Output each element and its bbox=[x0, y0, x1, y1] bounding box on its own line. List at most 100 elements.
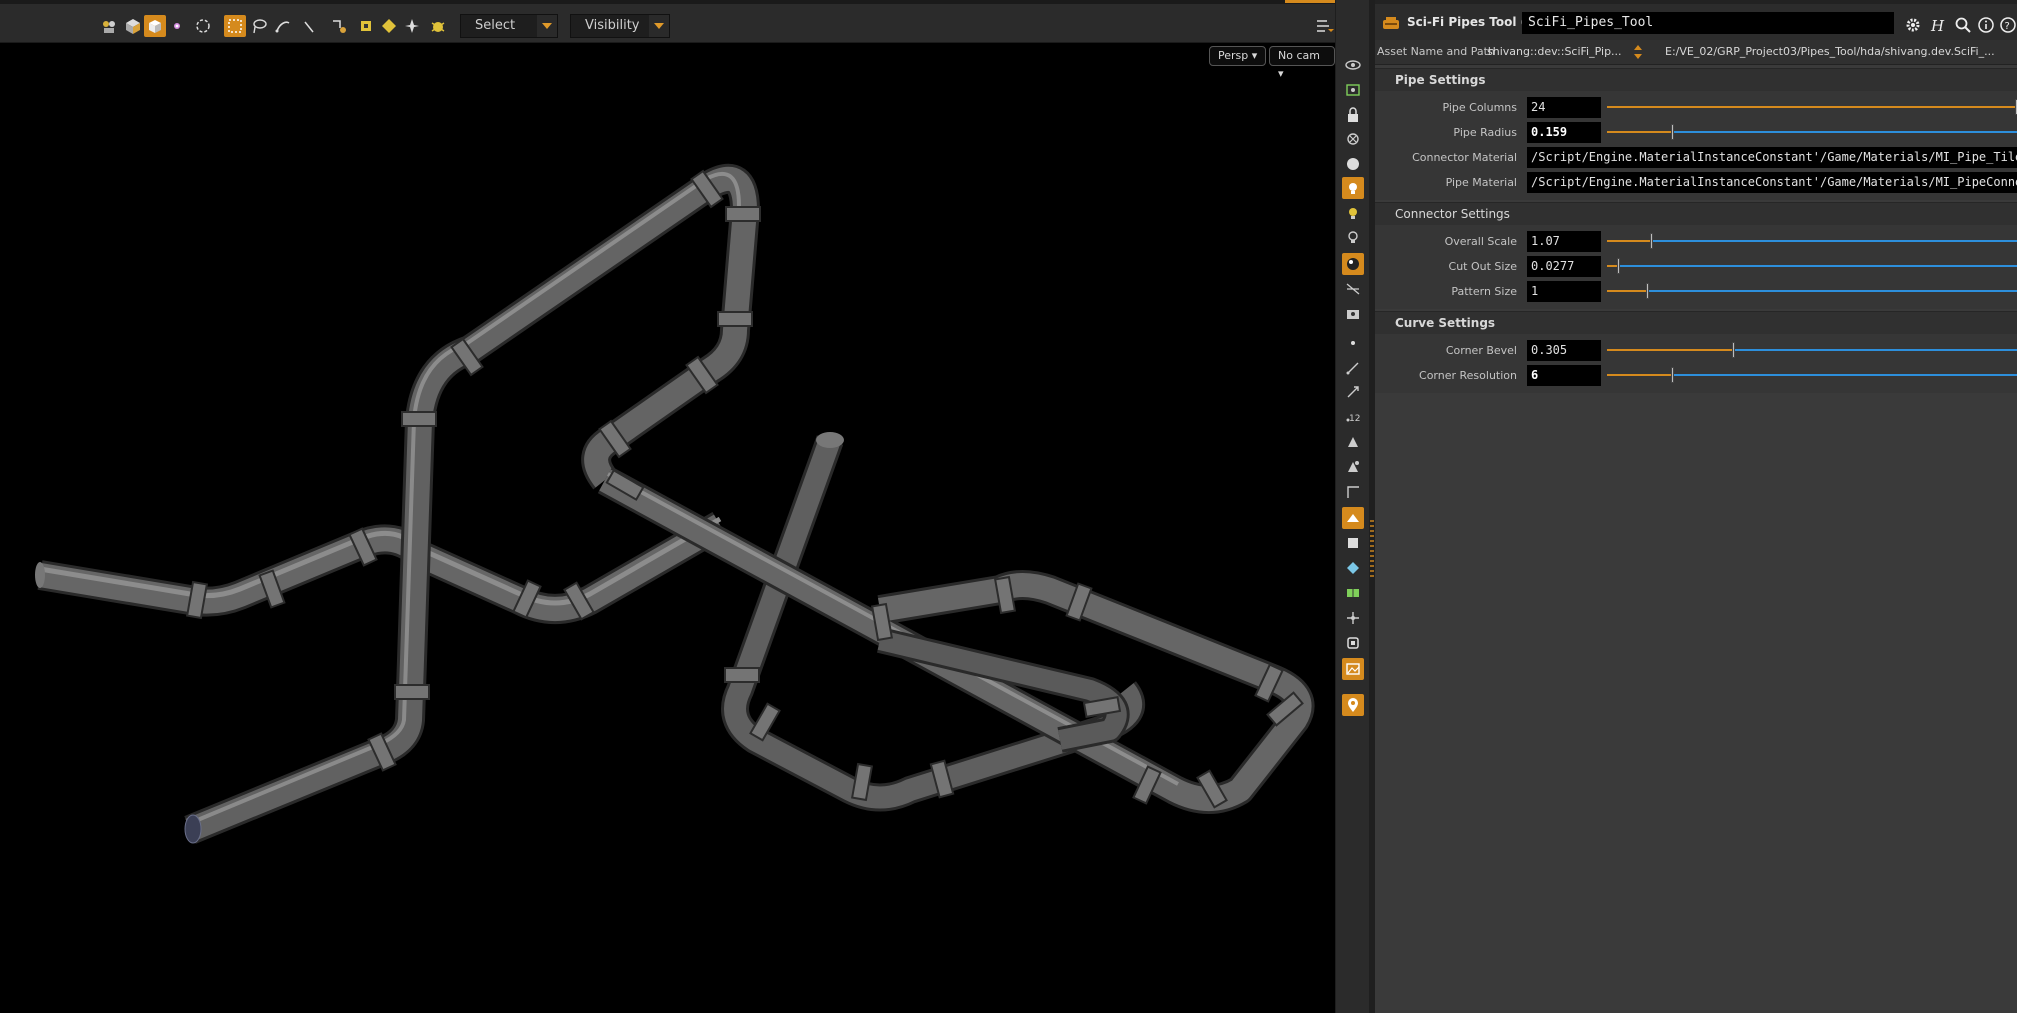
lock-icon[interactable] bbox=[1342, 104, 1364, 126]
pivot-icon[interactable] bbox=[1342, 607, 1364, 629]
svg-text:?: ? bbox=[2005, 21, 2010, 32]
shading-icon[interactable] bbox=[1342, 253, 1364, 275]
asset-row: Asset Name and Path shivang::dev::SciFi_… bbox=[1375, 40, 2017, 65]
pipe-material-field[interactable]: /Script/Engine.MaterialInstanceConstant'… bbox=[1527, 172, 2017, 193]
point-display-icon[interactable] bbox=[1342, 332, 1364, 354]
viewport-pane[interactable]: Select Visibility Persp ▾ No cam ▾ bbox=[0, 0, 1335, 1013]
overall-scale-field[interactable]: 1.07 bbox=[1527, 231, 1601, 252]
light-icon[interactable] bbox=[1342, 202, 1364, 224]
connector-material-field[interactable]: /Script/Engine.MaterialInstanceConstant'… bbox=[1527, 147, 2017, 168]
geometry-mode-icon[interactable] bbox=[144, 15, 166, 37]
handle-icon[interactable] bbox=[355, 15, 377, 37]
scene-view-icon[interactable] bbox=[98, 15, 120, 37]
bug-icon[interactable] bbox=[427, 15, 449, 37]
pipe-columns-slider[interactable] bbox=[1607, 99, 2017, 115]
pipe-segment bbox=[405, 163, 760, 490]
ghost-icon[interactable] bbox=[1342, 557, 1364, 579]
star-icon[interactable] bbox=[401, 15, 423, 37]
uv-icon[interactable] bbox=[1342, 582, 1364, 604]
pipe-settings-body: Pipe Columns 24 Pipe Radius 0.159 Connec… bbox=[1375, 91, 2017, 200]
component-icon[interactable] bbox=[378, 15, 400, 37]
asset-path-field[interactable]: E:/VE_02/GRP_Project03/Pipes_Tool/hda/sh… bbox=[1653, 42, 2017, 62]
corner-bevel-label: Corner Bevel bbox=[1445, 344, 1517, 357]
pipe-columns-label: Pipe Columns bbox=[1442, 101, 1517, 114]
corner-bevel-slider[interactable] bbox=[1607, 342, 2017, 358]
location-pin-icon[interactable] bbox=[1342, 694, 1364, 716]
normal-display-icon[interactable] bbox=[1342, 357, 1364, 379]
object-mode-icon[interactable] bbox=[122, 15, 144, 37]
corner-resolution-field[interactable]: 6 bbox=[1527, 365, 1601, 386]
vector-display-icon[interactable] bbox=[1342, 381, 1364, 403]
box-select-icon[interactable] bbox=[224, 15, 246, 37]
laser-icon[interactable] bbox=[298, 15, 320, 37]
pipe-radius-slider[interactable] bbox=[1607, 124, 2017, 140]
info-icon[interactable] bbox=[1977, 16, 1995, 34]
viewport-toolbar: Select Visibility bbox=[0, 4, 1335, 43]
point-numbers-icon[interactable]: 12 bbox=[1342, 406, 1364, 428]
stop-icon[interactable] bbox=[1342, 632, 1364, 654]
node-header: Sci-Fi Pipes Tool (Dev) SciFi_Pipes_Tool… bbox=[1375, 4, 2017, 40]
overall-scale-slider[interactable] bbox=[1607, 233, 2017, 249]
asset-name-field[interactable]: shivang::dev::SciFi_Pip... bbox=[1477, 42, 1630, 62]
background-image-icon[interactable] bbox=[1342, 658, 1364, 680]
sphere-icon[interactable] bbox=[1342, 153, 1364, 175]
backface-icon[interactable] bbox=[1342, 507, 1364, 529]
node-name-field[interactable]: SciFi_Pipes_Tool bbox=[1522, 12, 1894, 34]
corner-icon[interactable] bbox=[1342, 481, 1364, 503]
snap-icon[interactable] bbox=[328, 15, 350, 37]
visibility-dropdown[interactable]: Visibility bbox=[570, 14, 670, 38]
pipe-segment bbox=[37, 512, 728, 624]
camera-icon[interactable] bbox=[1342, 302, 1364, 324]
pipe-connector bbox=[717, 311, 753, 327]
wire-icon[interactable] bbox=[1342, 278, 1364, 300]
connector-material-label: Connector Material bbox=[1412, 151, 1517, 164]
folder-title: Curve Settings bbox=[1395, 316, 1496, 330]
display-options-icon[interactable] bbox=[1313, 15, 1335, 37]
light-outline-icon[interactable] bbox=[1342, 226, 1364, 248]
corner-resolution-slider[interactable] bbox=[1607, 367, 2017, 383]
light-bulb-icon[interactable] bbox=[1342, 177, 1364, 199]
pipe-end-cap bbox=[816, 432, 844, 448]
select-dropdown-label: Select bbox=[475, 18, 516, 33]
cut-out-size-field[interactable]: 0.0277 bbox=[1527, 256, 1601, 277]
corner-bevel-field[interactable]: 0.305 bbox=[1527, 340, 1601, 361]
overall-scale-label: Overall Scale bbox=[1444, 235, 1517, 248]
visibility-dropdown-label: Visibility bbox=[585, 18, 640, 33]
cut-out-size-slider[interactable] bbox=[1607, 258, 2017, 274]
pipe-columns-field[interactable]: 24 bbox=[1527, 97, 1601, 118]
houdini-icon[interactable]: H bbox=[1929, 16, 1947, 34]
folder-title: Pipe Settings bbox=[1395, 73, 1486, 87]
asset-chooser-icon[interactable] bbox=[1631, 43, 1645, 61]
folder-pipe-settings[interactable]: Pipe Settings bbox=[1375, 68, 2017, 91]
pipe-connector bbox=[725, 206, 761, 222]
search-icon[interactable] bbox=[1954, 16, 1972, 34]
pipe-connector bbox=[394, 684, 430, 700]
folder-title: Connector Settings bbox=[1395, 207, 1510, 221]
prim-display-icon[interactable] bbox=[1342, 431, 1364, 453]
rotate-icon[interactable] bbox=[192, 15, 214, 37]
hda-icon bbox=[1383, 17, 1399, 29]
help-icon[interactable]: ? bbox=[1999, 16, 2017, 34]
folder-curve-settings[interactable]: Curve Settings bbox=[1375, 311, 2017, 334]
pattern-size-field[interactable]: 1 bbox=[1527, 281, 1601, 302]
lasso-icon[interactable] bbox=[248, 15, 270, 37]
prim-numbers-icon[interactable] bbox=[1342, 456, 1364, 478]
select-dropdown[interactable]: Select bbox=[460, 14, 558, 38]
pipe-radius-field[interactable]: 0.159 bbox=[1527, 122, 1601, 143]
pattern-size-slider[interactable] bbox=[1607, 283, 2017, 299]
folder-connector-settings[interactable]: Connector Settings bbox=[1375, 202, 2017, 225]
parameter-panel: Sci-Fi Pipes Tool (Dev) SciFi_Pipes_Tool… bbox=[1375, 0, 2017, 1013]
target-icon[interactable] bbox=[1342, 128, 1364, 150]
chevron-down-icon bbox=[649, 15, 669, 37]
template-icon[interactable] bbox=[1342, 532, 1364, 554]
display-geo-icon[interactable] bbox=[1342, 79, 1364, 101]
corner-resolution-label: Corner Resolution bbox=[1419, 369, 1517, 382]
eye-icon[interactable] bbox=[1342, 54, 1364, 76]
brush-icon[interactable] bbox=[272, 15, 294, 37]
svg-text:H: H bbox=[1930, 17, 1945, 34]
gear-icon[interactable] bbox=[1904, 16, 1922, 34]
point-icon[interactable] bbox=[166, 15, 188, 37]
connector-settings-body: Overall Scale 1.07 Cut Out Size 0.0277 P… bbox=[1375, 225, 2017, 309]
pipe-scene[interactable] bbox=[0, 42, 1335, 1013]
curve-settings-body: Corner Bevel 0.305 Corner Resolution 6 bbox=[1375, 334, 2017, 393]
